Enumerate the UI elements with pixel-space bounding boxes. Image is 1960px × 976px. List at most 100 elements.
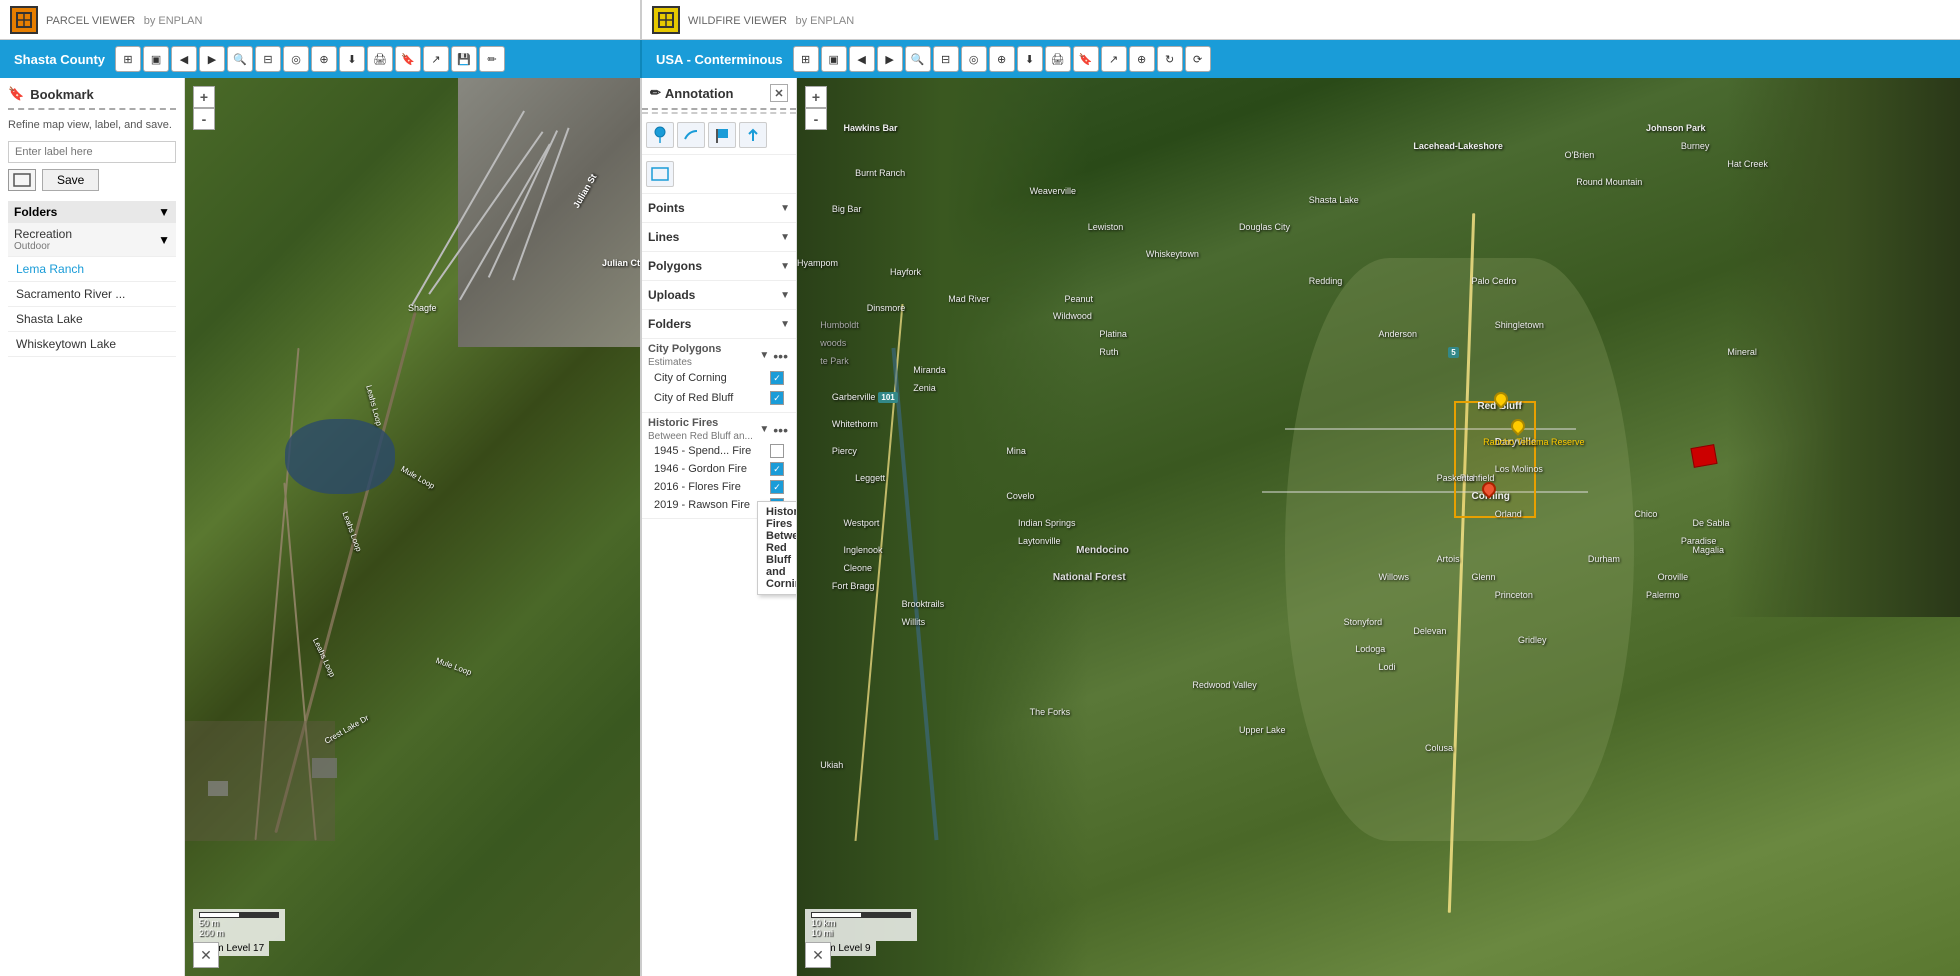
- right-tools-btn[interactable]: ⊕: [989, 46, 1015, 72]
- folders-label: Folders: [14, 205, 57, 219]
- bookmark-desc: Refine map view, label, and save.: [8, 118, 176, 133]
- fire-2016-label: 2016 - Flores Fire: [654, 481, 741, 493]
- save-button[interactable]: Save: [42, 169, 99, 191]
- fire-2016-checkbox[interactable]: ✓: [770, 480, 784, 494]
- city-polygons-more[interactable]: •••: [771, 348, 790, 364]
- left-tools-btn[interactable]: ⊕: [311, 46, 337, 72]
- left-search-btn[interactable]: 🔍: [227, 46, 253, 72]
- fire-1946-checkbox[interactable]: ✓: [770, 462, 784, 476]
- annotation-close-btn[interactable]: ✕: [770, 84, 788, 102]
- left-bookmark-btn[interactable]: 🔖: [395, 46, 421, 72]
- fire-2019-label: 2019 - Rawson Fire: [654, 499, 750, 511]
- folders-section[interactable]: Folders ▼: [642, 310, 796, 339]
- lines-section[interactable]: Lines ▼: [642, 223, 796, 252]
- annotation-tools-row1: [642, 116, 796, 155]
- right-share-btn[interactable]: ↗: [1101, 46, 1127, 72]
- polygons-arrow: ▼: [780, 261, 790, 272]
- right-map-scale: 10 km 10 mi: [805, 909, 917, 941]
- right-download-btn[interactable]: ⬇: [1017, 46, 1043, 72]
- sidebar-item-3[interactable]: Whiskeytown Lake: [8, 332, 176, 357]
- left-map-close[interactable]: ✕: [193, 942, 219, 968]
- right-zoom-controls: + -: [805, 86, 827, 130]
- right-app-title: WILDFIRE VIEWER by ENPLAN: [688, 11, 854, 29]
- left-back-btn[interactable]: ◀: [171, 46, 197, 72]
- sidebar-item-label-2: Shasta Lake: [16, 312, 83, 326]
- right-forward-btn[interactable]: ▶: [877, 46, 903, 72]
- right-region-label: USA - Conterminous: [648, 52, 791, 67]
- rect-icon[interactable]: [8, 169, 36, 191]
- pin-tool[interactable]: [646, 122, 674, 148]
- right-zoom-out[interactable]: -: [805, 108, 827, 130]
- right-toolbar: USA - Conterminous ⊞ ▣ ◀ ▶ 🔍 ⊟ ◎ ⊕ ⬇ 🖨 🔖…: [640, 40, 1960, 78]
- points-section[interactable]: Points ▼: [642, 194, 796, 223]
- left-print-btn[interactable]: 🖨: [367, 46, 393, 72]
- sidebar-item-2[interactable]: Shasta Lake: [8, 307, 176, 332]
- sidebar-item-0[interactable]: Lema Ranch: [8, 257, 176, 282]
- polygons-section[interactable]: Polygons ▼: [642, 252, 796, 281]
- uploads-arrow: ▼: [780, 290, 790, 301]
- right-map-close[interactable]: ✕: [805, 942, 831, 968]
- folder-category[interactable]: Recreation Outdoor ▼: [8, 223, 176, 257]
- right-refresh-btn[interactable]: ⟳: [1185, 46, 1211, 72]
- fire-1945-label: 1945 - Spend... Fire: [654, 445, 751, 457]
- left-map-btn[interactable]: ◎: [283, 46, 309, 72]
- left-save-btn[interactable]: 💾: [451, 46, 477, 72]
- left-zoom-out[interactable]: -: [193, 108, 215, 130]
- left-download-btn[interactable]: ⬇: [339, 46, 365, 72]
- folder-cat-sub: Outdoor: [14, 241, 72, 252]
- right-bookmark-btn[interactable]: 🔖: [1073, 46, 1099, 72]
- right-map-btn[interactable]: ◎: [961, 46, 987, 72]
- left-forward-btn[interactable]: ▶: [199, 46, 225, 72]
- city-polygons-title: City Polygons: [648, 343, 721, 355]
- city-redbluff-checkbox[interactable]: ✓: [770, 391, 784, 405]
- left-map[interactable]: Julian St Julian Ct Leahs Loop Leahs Loo…: [185, 78, 640, 976]
- left-app-bar: PARCEL VIEWER by ENPLAN: [0, 0, 640, 40]
- right-map[interactable]: Lacehead-Lakeshore Johnson Park Hawkins …: [797, 78, 1960, 976]
- right-print-btn[interactable]: 🖨: [1045, 46, 1071, 72]
- flag-tool[interactable]: [708, 122, 736, 148]
- right-search-btn[interactable]: 🔍: [905, 46, 931, 72]
- city-redbluff-row: City of Red Bluff ✓: [648, 388, 790, 408]
- left-edit-btn[interactable]: ✏: [479, 46, 505, 72]
- folders-arrow: ▼: [158, 205, 170, 219]
- fire-1946-label: 1946 - Gordon Fire: [654, 463, 747, 475]
- right-sync-btn[interactable]: ↻: [1157, 46, 1183, 72]
- city-polygons-arrow[interactable]: ▼: [759, 350, 769, 361]
- city-polygons-sub: Estimates: [648, 357, 721, 368]
- fire-1945-checkbox[interactable]: [770, 444, 784, 458]
- arrow-tool[interactable]: [739, 122, 767, 148]
- left-extent-btn[interactable]: ▣: [143, 46, 169, 72]
- right-zoom-in[interactable]: +: [805, 86, 827, 108]
- uploads-section[interactable]: Uploads ▼: [642, 281, 796, 310]
- folders-ann-arrow: ▼: [780, 319, 790, 330]
- historic-fires-arrow[interactable]: ▼: [759, 424, 769, 435]
- line-tool[interactable]: [677, 122, 705, 148]
- right-grid-btn[interactable]: ⊟: [933, 46, 959, 72]
- sidebar-item-1[interactable]: Sacramento River ...: [8, 282, 176, 307]
- left-zoom-controls: + -: [193, 86, 215, 130]
- left-share-btn[interactable]: ↗: [423, 46, 449, 72]
- edit-icon: ✏: [650, 85, 661, 101]
- left-app-icon: [10, 6, 38, 34]
- historic-fires-tooltip: Historic Fires Between Red Bluff and Cor…: [757, 501, 797, 595]
- left-zoom-in[interactable]: +: [193, 86, 215, 108]
- right-extent-btn[interactable]: ▣: [821, 46, 847, 72]
- left-grid-btn[interactable]: ⊟: [255, 46, 281, 72]
- right-layers2-btn[interactable]: ⊕: [1129, 46, 1155, 72]
- right-back-btn[interactable]: ◀: [849, 46, 875, 72]
- city-corning-checkbox[interactable]: ✓: [770, 371, 784, 385]
- left-layers-btn[interactable]: ⊞: [115, 46, 141, 72]
- tooltip-line2: Between Red Bluff and Corning: [766, 530, 797, 590]
- sidebar-item-label-3: Whiskeytown Lake: [16, 337, 116, 351]
- city-corning-label: City of Corning: [654, 372, 727, 384]
- rect-tool[interactable]: [646, 161, 674, 187]
- label-input[interactable]: [8, 141, 176, 163]
- folder-cat-arrow: ▼: [158, 233, 170, 247]
- right-layers-btn[interactable]: ⊞: [793, 46, 819, 72]
- sidebar-item-label-0: Lema Ranch: [16, 262, 84, 276]
- sidebar-item-label-1: Sacramento River ...: [16, 287, 125, 301]
- points-arrow: ▼: [780, 203, 790, 214]
- folders-header[interactable]: Folders ▼: [8, 201, 176, 223]
- bookmark-header: 🔖 Bookmark: [8, 86, 176, 110]
- historic-fires-more[interactable]: •••: [771, 422, 790, 438]
